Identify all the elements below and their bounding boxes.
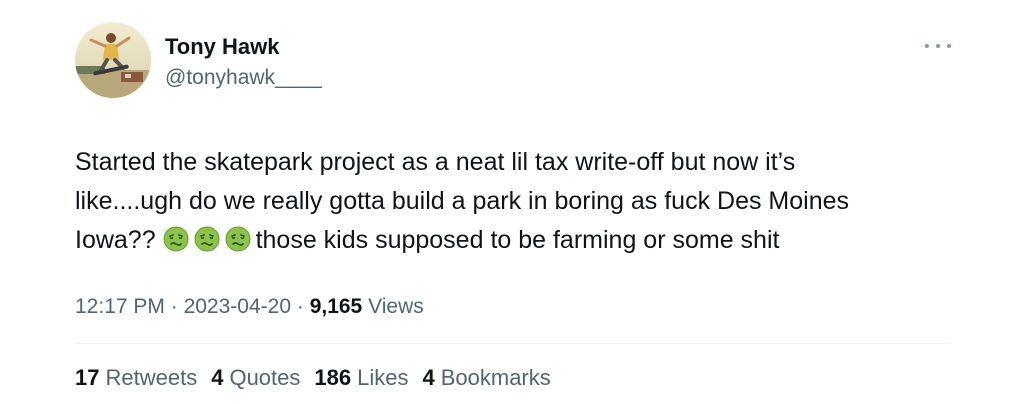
avatar-photo — [75, 22, 151, 98]
retweets-label: Retweets — [105, 365, 198, 390]
more-options-icon[interactable] — [925, 36, 951, 56]
user-handle[interactable]: @tonyhawk____ — [165, 64, 322, 92]
retweets-count: 17 — [75, 365, 100, 390]
tweet-text-line: like....ugh do we really gotta build a p… — [75, 187, 850, 215]
tweet-time[interactable]: 12:17 PM — [75, 295, 165, 318]
bookmarks-stat[interactable]: 4 Bookmarks — [422, 364, 550, 392]
more-dot — [936, 44, 940, 48]
quotes-count: 4 — [211, 365, 224, 390]
tweet-text-segment: those kids supposed to be farming or som… — [255, 226, 780, 254]
tweet-card: Tony Hawk @tonyhawk____ Started the skat… — [0, 0, 1025, 404]
quotes-label: Quotes — [229, 365, 301, 390]
meta-separator: · — [296, 295, 304, 318]
views-count[interactable]: 9,165 — [310, 295, 363, 318]
divider — [75, 343, 951, 344]
bookmarks-label: Bookmarks — [440, 365, 551, 390]
tweet-text: Started the skatepark project as a neat … — [75, 143, 955, 260]
tweet-text-line: Started the skatepark project as a neat … — [75, 148, 796, 176]
quotes-stat[interactable]: 4 Quotes — [211, 364, 300, 392]
display-name[interactable]: Tony Hawk — [165, 33, 280, 61]
likes-count: 186 — [314, 365, 352, 390]
avatar[interactable] — [75, 22, 151, 98]
tweet-meta: 12:17 PM · 2023-04-20 · 9,165 Views — [75, 293, 424, 321]
bookmarks-count: 4 — [422, 365, 435, 390]
meta-separator: · — [170, 295, 178, 318]
nauseated-face-emoji-icon — [225, 226, 251, 252]
engagement-stats: 17 Retweets 4 Quotes 186 Likes 4 Bookmarks — [75, 364, 565, 392]
views-label[interactable]: Views — [368, 295, 424, 318]
tweet-text-segment: Iowa?? — [75, 226, 163, 254]
retweets-stat[interactable]: 17 Retweets — [75, 364, 197, 392]
nauseated-face-emoji-icon — [163, 226, 189, 252]
likes-stat[interactable]: 186 Likes — [314, 364, 408, 392]
more-dot — [947, 44, 951, 48]
more-dot — [925, 44, 929, 48]
likes-label: Likes — [357, 365, 409, 390]
nauseated-face-emoji-icon — [194, 226, 220, 252]
tweet-text-line: Iowa?? those kids supposed to be farming… — [75, 221, 955, 260]
tweet-date[interactable]: 2023-04-20 — [184, 295, 291, 318]
